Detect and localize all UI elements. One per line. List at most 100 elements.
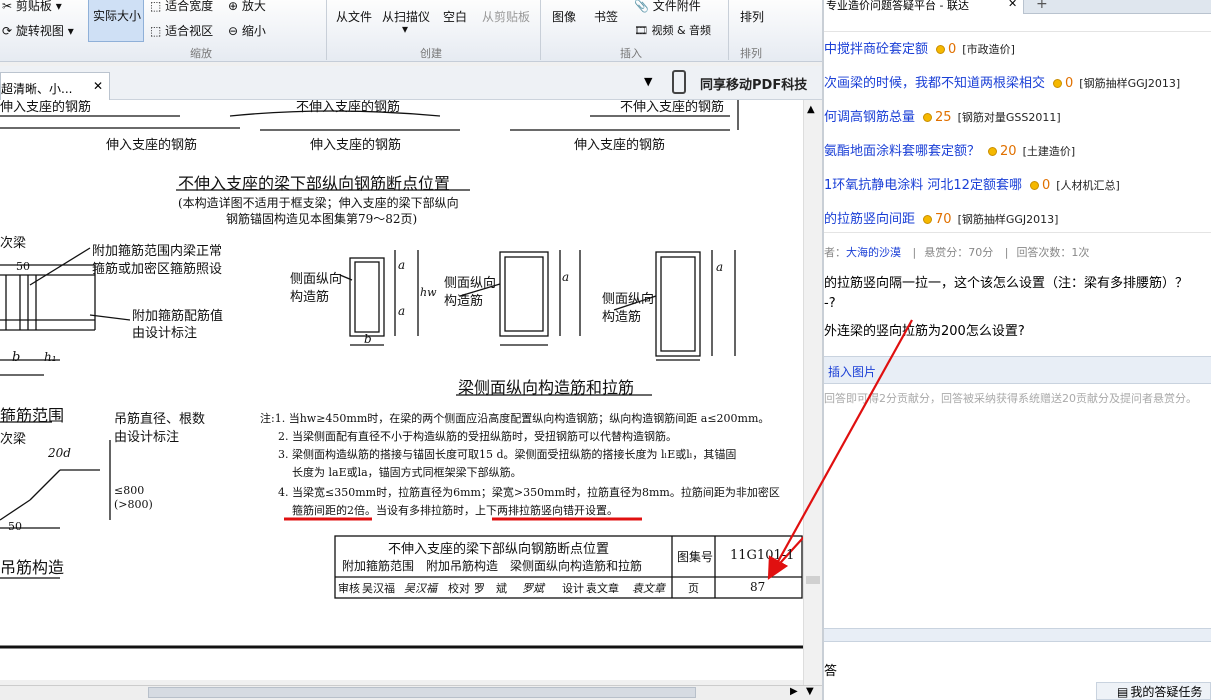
close-icon[interactable]: ✕ <box>93 79 103 93</box>
question-body-line: -? <box>824 296 836 311</box>
coin-icon <box>1053 79 1063 88</box>
dimension-label: a <box>716 260 724 274</box>
title-block-cell: 审核 <box>338 582 360 595</box>
clipboard-button[interactable]: ✂ 剪贴板 ▾ <box>2 0 62 14</box>
divider <box>824 232 1211 233</box>
drawing-label: h₁ <box>44 350 57 364</box>
dimension-label: a <box>562 270 570 284</box>
drawing-label: 伸入支座的钢筋 <box>106 138 198 153</box>
coin-icon <box>988 147 998 156</box>
drawing-title: 箍筋范围 <box>0 406 65 425</box>
scroll-right-icon[interactable]: ▶ <box>790 686 798 697</box>
list-item[interactable]: 的拉筋竖向间距 70 [钢筋抽样GGJ2013] <box>824 208 1058 228</box>
video-audio-button[interactable]: 🎞 视频 & 音频 <box>634 22 711 38</box>
drawing-label: 不伸入支座的钢筋 <box>296 100 401 115</box>
atlas-number-label: 图集号 <box>677 550 714 564</box>
title-block-cell: 设计 <box>562 582 584 595</box>
coin-icon <box>936 45 946 54</box>
question-body-line: 的拉筋竖向隔一拉一，这个该怎么设置（注：梁有多排腰筋）？ <box>824 276 1189 291</box>
dimension-label: b <box>364 332 372 346</box>
signature: 吴汉福 <box>404 582 437 595</box>
atlas-number: 11G101-1 <box>730 548 795 563</box>
rotate-icon: ⟳ <box>2 24 13 38</box>
fit-area-button[interactable]: ⬚ 适合视区 <box>150 22 213 39</box>
my-tasks-button[interactable]: ▤ 我的答疑任务 <box>1096 682 1211 700</box>
from-clipboard-button[interactable]: 从剪贴板 <box>482 8 530 25</box>
scroll-thumb[interactable] <box>148 687 696 698</box>
drawing-label: 附加箍筋范围内梁正常 <box>92 244 223 259</box>
drawing-title: 不伸入支座的梁下部纵向钢筋断点位置 <box>178 174 451 193</box>
tab-list-dropdown[interactable]: ▼ <box>644 75 652 88</box>
scissors-icon: ✂ <box>2 0 13 13</box>
note-line: 箍筋间距的2倍。当设有多排拉筋时，上下两排拉筋竖向错开设置。 <box>292 504 618 517</box>
drawing-label: 50 <box>16 260 30 273</box>
answer-toolbar: 插入图片 <box>824 356 1211 384</box>
drawing-label: b <box>12 350 21 365</box>
drawing-note: (本构造详图不适用于框支梁；伸入支座的梁下部纵向 <box>178 196 459 210</box>
drawing-title: 吊筋构造 <box>0 558 65 577</box>
drawing-label: 侧面纵向 <box>290 272 343 287</box>
image-button[interactable]: 图像 <box>552 8 576 25</box>
drawing-label: 构造筋 <box>602 310 642 325</box>
scroll-up-icon[interactable]: ▲ <box>807 104 815 115</box>
film-icon: 🎞 <box>634 24 648 37</box>
zoom-group-label: 缩放 <box>190 47 212 60</box>
fit-width-icon: ⬚ <box>150 0 162 13</box>
scroll-down-icon[interactable]: ▼ <box>806 686 814 697</box>
actual-size-button[interactable]: 实际大小 <box>88 0 144 42</box>
zoom-in-button[interactable]: ⊕ 放大 <box>228 0 266 14</box>
drawing-label: 侧面纵向 <box>602 292 655 307</box>
rotate-view-button[interactable]: ⟳ 旋转视图 ▾ <box>2 22 74 39</box>
note-line: 注:1. 当hw≥450mm时，在梁的两个侧面应沿高度配置纵向构造钢筋；纵向构造… <box>260 412 770 425</box>
asker-link[interactable]: 大海的沙漠 <box>846 246 901 259</box>
drawing-label: 由设计标注 <box>114 430 180 445</box>
drawing-label: 20d <box>48 446 71 460</box>
zoom-in-icon: ⊕ <box>228 0 239 13</box>
browser-window: 专业造价问题答疑平台 - 联达 ✕ + 中搅拌商砼套定额 0 [市政造价] 次画梁的… <box>824 0 1211 700</box>
from-file-button[interactable]: 从文件 <box>336 8 372 25</box>
note-line: 2. 当梁侧面配有直径不小于构造纵筋的受扭纵筋时，受扭钢筋可以代替构造钢筋。 <box>278 430 677 443</box>
coin-icon <box>923 113 933 122</box>
drawing-label: 不伸入支座的钢筋 <box>620 100 725 115</box>
zoom-out-button[interactable]: ⊖ 缩小 <box>228 22 266 39</box>
dimension-label: a <box>398 304 406 318</box>
task-icon: ▤ <box>1117 685 1129 699</box>
browser-tab[interactable]: 专业造价问题答疑平台 - 联达 ✕ <box>824 0 1024 14</box>
new-tab-button[interactable]: + <box>1036 0 1048 12</box>
answer-textarea[interactable]: 回答即可得2分贡献分，回答被采纳获得系统赠送20贡献分及提问者悬赏分。 <box>824 384 1211 628</box>
divider <box>824 31 1211 32</box>
scroll-thumb[interactable] <box>806 576 820 584</box>
drawing-title: 梁侧面纵向构造筋和拉筋 <box>458 378 635 397</box>
arrange-button[interactable]: 排列 <box>740 8 764 25</box>
document-tab[interactable]: 超清晰、小... ✕ <box>0 72 110 100</box>
drawing-label: 箍筋或加密区箍筋照设 <box>92 262 223 277</box>
blank-button[interactable]: 空白 <box>443 8 467 25</box>
fit-width-button[interactable]: ⬚ 适合宽度 <box>150 0 213 14</box>
vertical-scrollbar[interactable]: ▲ <box>803 100 822 685</box>
drawing-label: ≤800 <box>114 484 145 497</box>
brand-label: 同享移动PDF科技 <box>700 78 808 93</box>
bookmark-button[interactable]: 书签 <box>594 8 618 25</box>
list-item[interactable]: 中搅拌商砼套定额 0 [市政造价] <box>824 38 1015 58</box>
insert-image-button[interactable]: 插入图片 <box>828 363 876 380</box>
drawing-label: 吊筋直径、根数 <box>114 412 206 427</box>
list-item[interactable]: 次画梁的时候，我都不知道两根梁相交 0 [钢筋抽样GGJ2013] <box>824 72 1180 92</box>
phone-icon <box>672 70 686 94</box>
separator <box>540 0 541 60</box>
chevron-down-icon[interactable]: ▾ <box>402 22 408 36</box>
drawing-label: 侧面纵向 <box>444 276 497 291</box>
horizontal-scrollbar[interactable]: ▶ ▼ <box>0 685 822 700</box>
title-block-cell: 袁文章 <box>586 582 619 595</box>
title-block-title: 不伸入支座的梁下部纵向钢筋断点位置 <box>388 542 610 557</box>
drawing-label: 次梁 <box>0 432 27 447</box>
page-number: 87 <box>750 580 766 594</box>
attachment-button[interactable]: 📎 文件附件 <box>634 0 701 14</box>
list-item[interactable]: 1环氧抗静电涂料 河北12定额套哪 0 [人材机汇总] <box>824 174 1120 194</box>
question-meta: 者：大海的沙漠 | 悬赏分：70分 | 回答次数：1次 <box>824 246 1090 259</box>
drawing-label: 次梁 <box>0 236 27 251</box>
list-item[interactable]: 氨酯地面涂料套哪套定额？ 20 [土建造价] <box>824 140 1075 160</box>
fit-area-icon: ⬚ <box>150 24 162 38</box>
signature: 袁文章 <box>632 582 665 595</box>
list-item[interactable]: 何调高钢筋总量 25 [钢筋对量GSS2011] <box>824 106 1061 126</box>
close-icon[interactable]: ✕ <box>1008 0 1017 10</box>
